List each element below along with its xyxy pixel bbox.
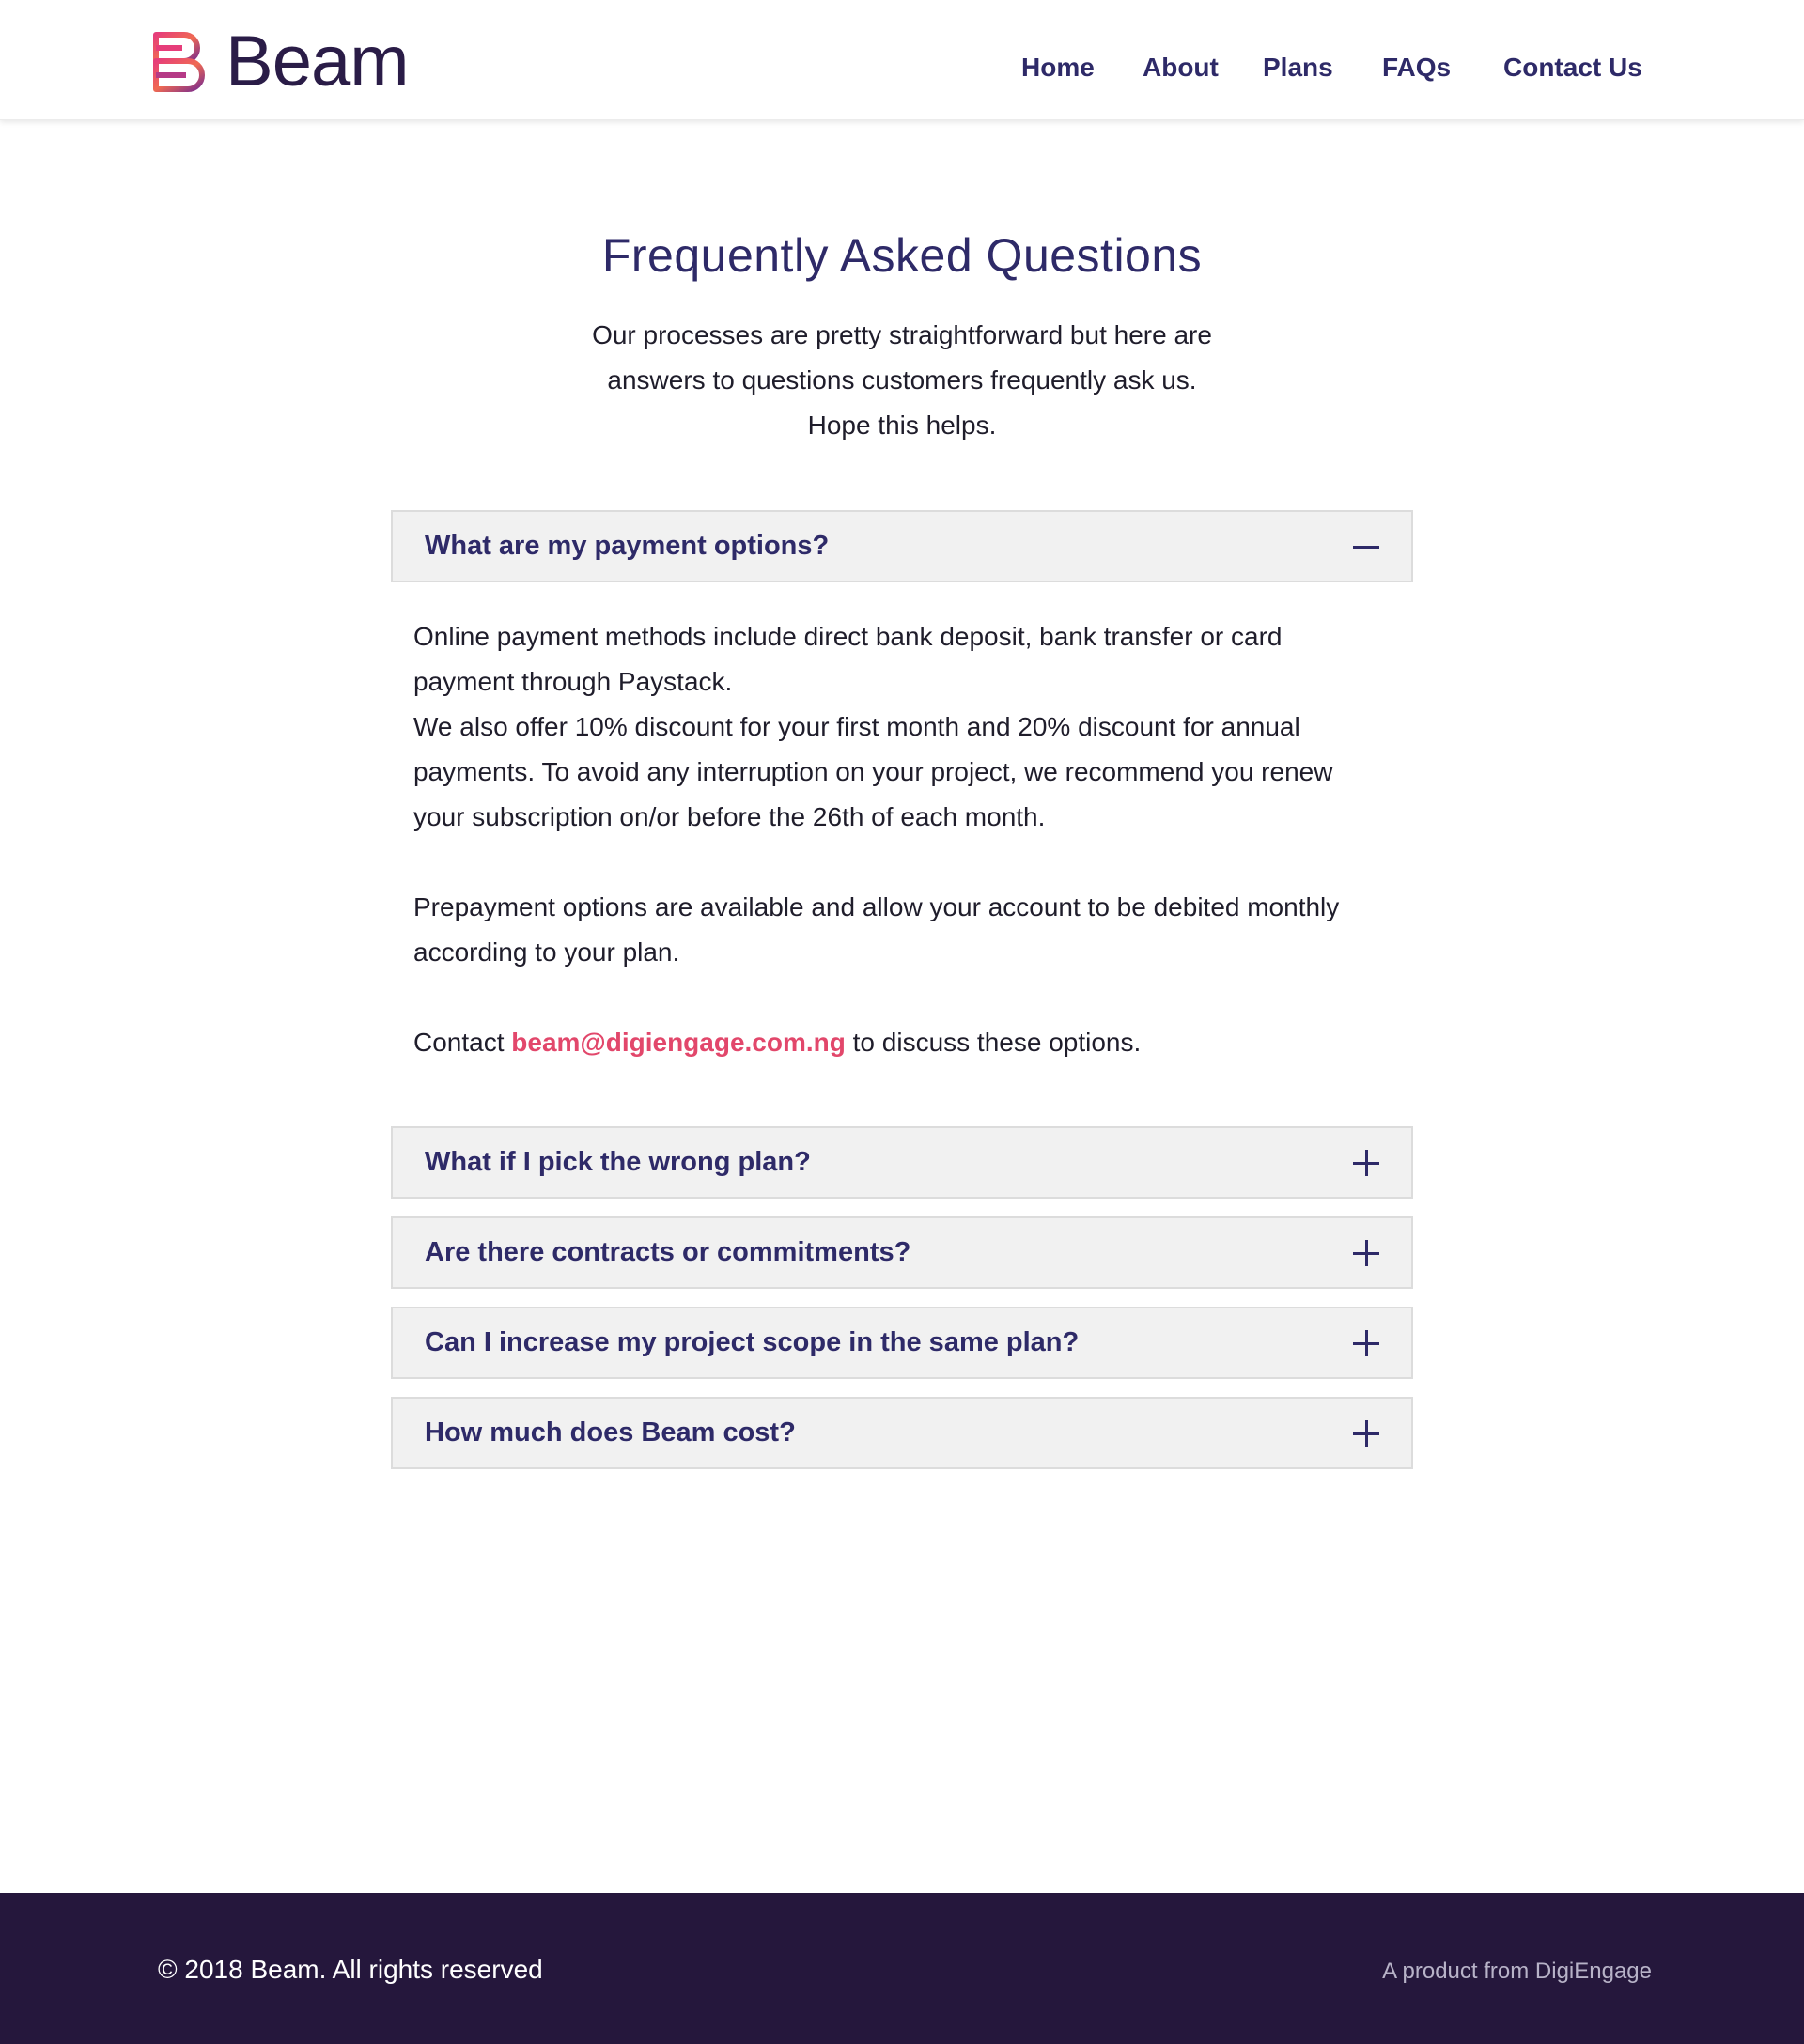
- faq-question-toggle[interactable]: What if I pick the wrong plan?: [391, 1126, 1413, 1199]
- intro-text: Our processes are pretty straightforward…: [526, 313, 1278, 448]
- faq-item: Are there contracts or commitments?: [391, 1216, 1413, 1289]
- faq-question-toggle[interactable]: Are there contracts or commitments?: [391, 1216, 1413, 1289]
- faq-item: Can I increase my project scope in the s…: [391, 1307, 1413, 1379]
- faq-question-toggle[interactable]: Can I increase my project scope in the s…: [391, 1307, 1413, 1379]
- answer-contact-line: Contact beam@digiengage.com.ng to discus…: [413, 1020, 1357, 1065]
- faq-question-toggle[interactable]: How much does Beam cost?: [391, 1397, 1413, 1469]
- faq-list: What are my payment options? Online paym…: [391, 510, 1413, 1487]
- faq-item: What if I pick the wrong plan?: [391, 1126, 1413, 1199]
- faq-question-toggle[interactable]: What are my payment options?: [391, 510, 1413, 582]
- plus-icon[interactable]: [1353, 1329, 1379, 1356]
- contact-prefix: Contact: [413, 1028, 512, 1057]
- page-title: Frequently Asked Questions: [601, 229, 1203, 282]
- intro-line: answers to questions customers frequentl…: [607, 365, 1197, 395]
- copyright-text: © 2018 Beam. All rights reserved: [158, 1955, 543, 1984]
- answer-paragraph: Prepayment options are available and all…: [413, 892, 1340, 967]
- plus-icon[interactable]: [1353, 1419, 1379, 1447]
- contact-suffix: to discuss these options.: [845, 1028, 1142, 1057]
- nav-about[interactable]: About: [1143, 49, 1219, 86]
- faq-question-text: Can I increase my project scope in the s…: [425, 1327, 1080, 1357]
- intro-line: Hope this helps.: [807, 410, 997, 440]
- faq-question-text: Are there contracts or commitments?: [425, 1237, 911, 1267]
- site-footer: © 2018 Beam. All rights reserved A produ…: [0, 1893, 1804, 2044]
- intro-line: Our processes are pretty straightforward…: [592, 320, 1212, 349]
- site-header: Beam Home About Plans FAQs Contact Us: [0, 0, 1804, 120]
- faq-answer: Online payment methods include direct ba…: [391, 582, 1413, 1108]
- nav-home[interactable]: Home: [1021, 49, 1095, 86]
- faq-item: What are my payment options? Online paym…: [391, 510, 1413, 1108]
- nav-contact-us[interactable]: Contact Us: [1503, 49, 1642, 86]
- faq-question-text: How much does Beam cost?: [425, 1417, 796, 1448]
- product-credit: A product from DigiEngage: [1382, 1959, 1652, 1984]
- minus-icon[interactable]: [1353, 534, 1379, 560]
- plus-icon[interactable]: [1353, 1149, 1379, 1176]
- faq-question-text: What if I pick the wrong plan?: [425, 1147, 811, 1177]
- answer-paragraph: We also offer 10% discount for your firs…: [413, 712, 1333, 831]
- faq-question-text: What are my payment options?: [425, 531, 830, 561]
- main-nav: Home About Plans FAQs Contact Us: [0, 49, 1804, 86]
- plus-icon[interactable]: [1353, 1239, 1379, 1266]
- nav-plans[interactable]: Plans: [1263, 49, 1333, 86]
- nav-faqs[interactable]: FAQs: [1382, 49, 1451, 86]
- answer-paragraph: Online payment methods include direct ba…: [413, 622, 1283, 696]
- faq-item: How much does Beam cost?: [391, 1397, 1413, 1469]
- contact-email-link[interactable]: beam@digiengage.com.ng: [511, 1028, 846, 1057]
